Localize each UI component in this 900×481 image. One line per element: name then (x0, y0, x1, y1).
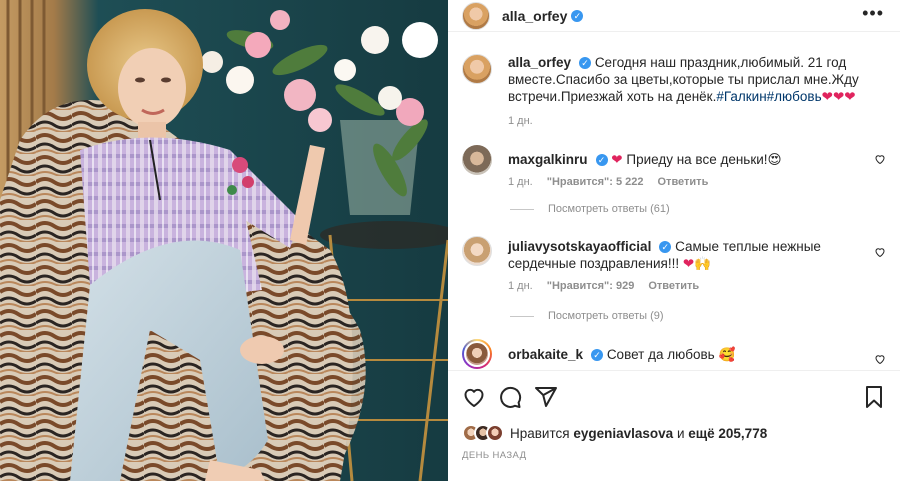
comment-avatar[interactable] (462, 236, 492, 266)
likes-prefix: Нравится (510, 425, 570, 441)
comment-likes[interactable]: "Нравится": 5 222 (547, 176, 644, 188)
comment-time: 1 дн. (508, 176, 533, 188)
likes-summary[interactable]: Нравится eygeniavlasova и ещё 205,778 (462, 420, 767, 446)
caption-username[interactable]: alla_orfey (508, 55, 571, 70)
comment-emoji: ❤🙌 (682, 256, 711, 271)
likes-text: Нравится eygeniavlasova и ещё 205,778 (510, 426, 767, 441)
comment-username[interactable]: orbakaite_k (508, 347, 583, 362)
post-detail-panel: alla_orfey ✓ ••• alla_orfey ✓ Сегодня наш… (448, 0, 900, 481)
comment-text: Совет да любовь (606, 347, 715, 362)
comment-body: maxgalkinru ✓ ❤ Приеду на все деньки!😍 (508, 145, 886, 168)
reply-button[interactable]: Ответить (658, 176, 709, 188)
more-icon[interactable]: ••• (862, 4, 884, 22)
post-header: alla_orfey ✓ ••• (448, 0, 900, 32)
comment-emoji: 🥰 (718, 347, 736, 362)
caption-hashtags[interactable]: #Галкин#любовь (716, 89, 821, 104)
comment-text: Приеду на все деньки! (626, 152, 768, 167)
author-avatar[interactable] (462, 1, 490, 30)
replies-divider (510, 208, 534, 210)
action-bar (448, 370, 900, 420)
comment-like-icon[interactable] (874, 353, 886, 365)
comment-username[interactable]: maxgalkinru (508, 152, 588, 167)
verified-icon: ✓ (591, 349, 604, 361)
view-replies-button[interactable]: Посмотреть ответы (9) (510, 310, 664, 322)
comment-body: juliavysotskayaofficial ✓ Самые теплые не… (508, 236, 886, 272)
comment-emoji: 😍 (767, 152, 782, 167)
author-username[interactable]: alla_orfey (502, 8, 567, 24)
comment-avatar[interactable] (462, 145, 492, 175)
comment-body: orbakaite_k ✓ Совет да любовь 🥰 (508, 339, 886, 363)
liker-avatar (486, 424, 504, 442)
caption-time: 1 дн. (508, 115, 533, 127)
verified-icon: ✓ (571, 9, 584, 22)
comments-list[interactable]: alla_orfey ✓ Сегодня наш праздник,любимый… (448, 32, 900, 370)
verified-icon: ✓ (659, 241, 672, 253)
verified-icon: ✓ (579, 57, 592, 69)
caption-emoji: ❤❤❤ (821, 89, 856, 104)
comment-time: 1 дн. (508, 280, 533, 292)
comment-emoji: ❤ (611, 152, 623, 167)
share-icon[interactable] (534, 385, 558, 409)
comment-like-icon[interactable] (874, 246, 886, 258)
verified-icon: ✓ (595, 154, 608, 166)
comment-meta: 1 дн. "Нравится": 929 Ответить (508, 280, 886, 292)
comment-item: juliavysotskayaofficial ✓ Самые теплые не… (462, 236, 886, 292)
comment-meta: 1 дн. "Нравится": 5 222 Ответить (508, 176, 886, 188)
post-timestamp: ДЕНЬ НАЗАД (462, 450, 527, 461)
comment-item: orbakaite_k ✓ Совет да любовь 🥰 (462, 339, 886, 369)
bookmark-icon[interactable] (862, 385, 886, 409)
caption: alla_orfey ✓ Сегодня наш праздник,любимый… (462, 54, 886, 127)
heart-icon[interactable] (462, 385, 486, 409)
likes-user[interactable]: eygeniavlasova (573, 426, 673, 441)
post-image (0, 0, 448, 481)
likes-count[interactable]: ещё 205,778 (688, 426, 767, 441)
comment-likes[interactable]: "Нравится": 929 (547, 280, 635, 292)
comment-item: maxgalkinru ✓ ❤ Приеду на все деньки!😍 1 … (462, 145, 886, 188)
caption-meta: 1 дн. (508, 115, 886, 127)
replies-divider (510, 315, 534, 317)
view-replies-label: Посмотреть ответы (9) (548, 310, 664, 322)
caption-avatar[interactable] (462, 54, 492, 84)
reply-button[interactable]: Ответить (648, 280, 699, 292)
comment-icon[interactable] (498, 385, 522, 409)
caption-body: alla_orfey ✓ Сегодня наш праздник,любимый… (508, 54, 886, 105)
view-replies-label: Посмотреть ответы (61) (548, 203, 670, 215)
post-photo[interactable] (0, 0, 448, 481)
comment-username[interactable]: juliavysotskayaofficial (508, 239, 651, 254)
likes-middle: и (676, 425, 685, 441)
view-replies-button[interactable]: Посмотреть ответы (61) (510, 203, 670, 215)
comment-avatar[interactable] (462, 339, 492, 369)
comment-like-icon[interactable] (874, 153, 886, 165)
